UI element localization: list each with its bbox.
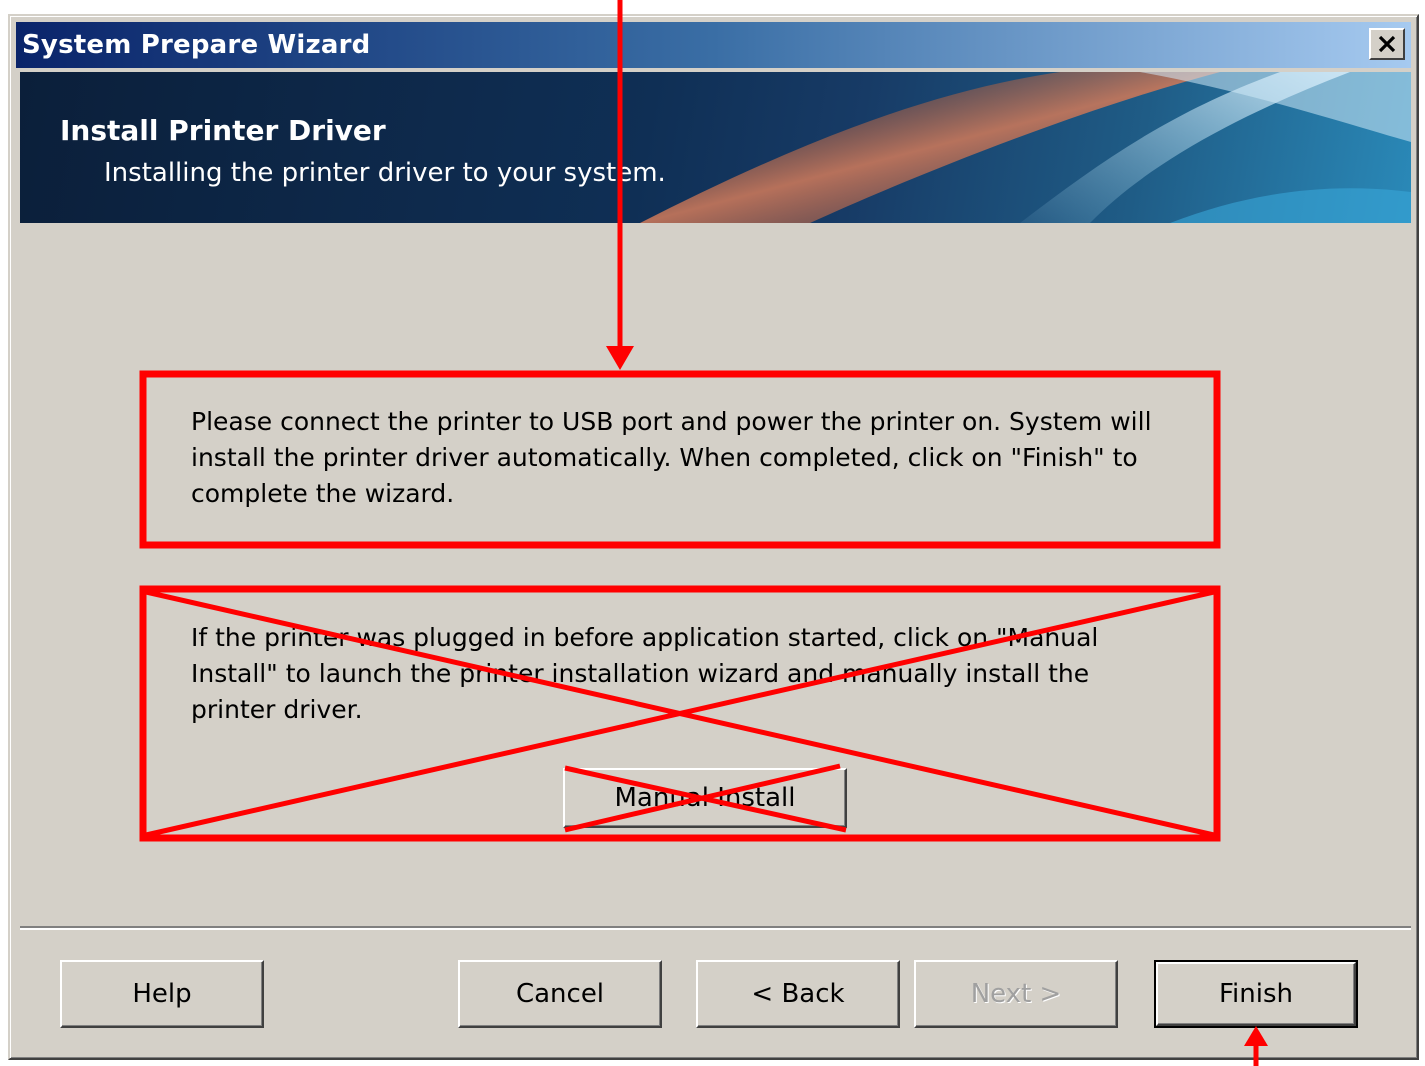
- close-button[interactable]: [1369, 28, 1405, 60]
- window-title: System Prepare Wizard: [22, 30, 371, 60]
- title-bar[interactable]: System Prepare Wizard: [16, 22, 1411, 68]
- cancel-label: Cancel: [515, 979, 605, 1009]
- footer-separator: [20, 926, 1411, 930]
- manual-install-button[interactable]: Manual Install: [563, 768, 847, 828]
- manual-install-label: Manual Install: [614, 783, 796, 813]
- banner-swoosh-graphic: [640, 72, 1411, 223]
- help-button[interactable]: Help: [60, 960, 264, 1028]
- finish-label: Finish: [1218, 979, 1293, 1009]
- back-button[interactable]: < Back: [696, 960, 900, 1028]
- next-button: Next >: [914, 960, 1118, 1028]
- page-title: Install Printer Driver: [60, 114, 386, 147]
- finish-button[interactable]: Finish: [1154, 960, 1358, 1028]
- help-label: Help: [132, 979, 192, 1009]
- wizard-window: System Prepare Wizard Install Printer Dr…: [8, 14, 1419, 1060]
- manual-install-text: If the printer was plugged in before app…: [191, 623, 1099, 724]
- next-label: Next >: [970, 979, 1062, 1009]
- close-icon: [1378, 35, 1396, 53]
- cancel-button[interactable]: Cancel: [458, 960, 662, 1028]
- page-subtitle: Installing the printer driver to your sy…: [104, 158, 666, 188]
- header-banner: Install Printer Driver Installing the pr…: [20, 72, 1411, 223]
- instruction-text: Please connect the printer to USB port a…: [191, 407, 1152, 508]
- back-label: < Back: [751, 979, 845, 1009]
